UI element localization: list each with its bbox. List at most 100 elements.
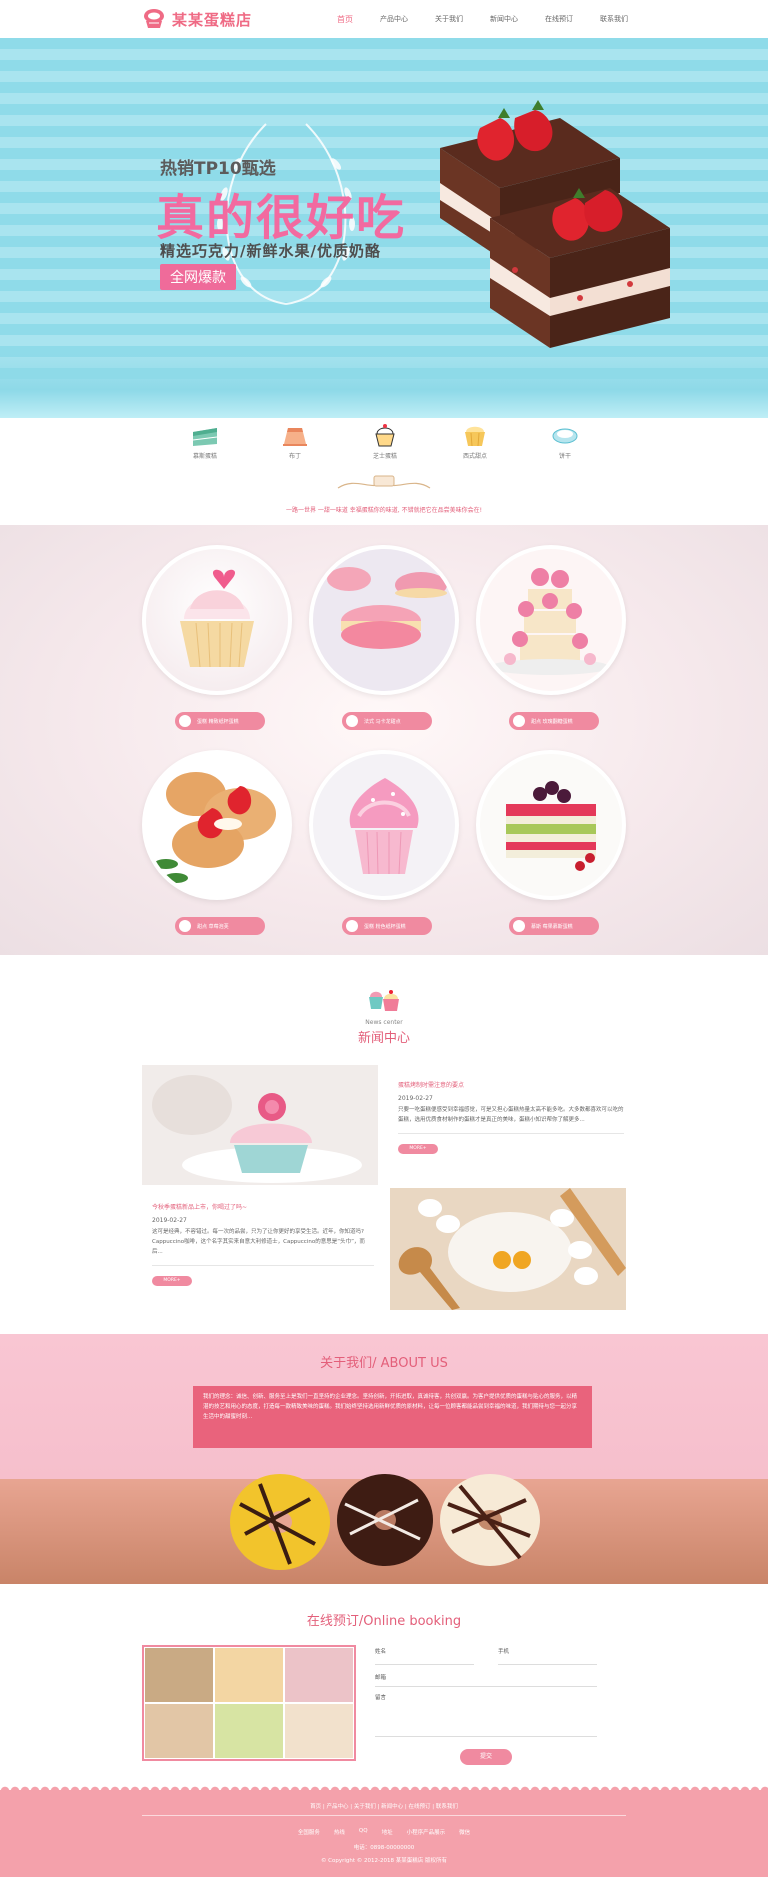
category-item[interactable]: 布丁 <box>265 422 325 464</box>
news-title-en: News center <box>365 1019 403 1026</box>
category-item[interactable]: 西式甜点 <box>445 422 505 464</box>
category-item[interactable]: 饼干 <box>535 422 595 464</box>
more-button[interactable]: MORE+ <box>152 1276 192 1286</box>
news-item-text: 这可是经典，不容错过。每一次的品尝，只为了让你更好的享受生活。近年，你知道吗? … <box>152 1229 365 1255</box>
cupcake-image <box>180 569 254 668</box>
shop-photo <box>144 1647 214 1703</box>
news-item[interactable]: 蛋糕烤制时需注意的要点 2019-02-27 只要一吃蛋糕便感受到幸福感觉，可是… <box>398 1080 624 1154</box>
news-image-rose-cupcake[interactable] <box>142 1065 378 1185</box>
macaron-image <box>327 567 447 649</box>
message-field[interactable]: 留言 <box>375 1687 597 1737</box>
logo[interactable]: 某某蛋糕店 <box>142 6 252 32</box>
cake-icon <box>179 920 191 932</box>
footer-copyright: © Copyright © 2012-2018 某某蛋糕店 版权所有 <box>320 1858 448 1864</box>
ornament-divider-icon <box>337 475 431 489</box>
product-card[interactable]: 蛋糕 精致纸杯蛋糕 <box>142 545 292 735</box>
news-item-title[interactable]: 蛋糕烤制时需注意的要点 <box>398 1080 624 1089</box>
news-item-date: 2019-02-27 <box>152 1217 187 1224</box>
product-card[interactable]: 甜点 玫瑰翻糖蛋糕 <box>476 545 626 735</box>
category-label: 慕斯蛋糕 <box>192 453 217 460</box>
banner-line-1: 热销TP10甄选 <box>160 159 276 179</box>
divider <box>398 1133 624 1134</box>
footer-tel: 电话：0898-00000000 <box>353 1845 415 1851</box>
pink-cupcake-image <box>349 778 419 875</box>
footer-divider <box>142 1815 626 1816</box>
product-label: 甜点 玫瑰翻糖蛋糕 <box>531 718 573 725</box>
email-field[interactable]: 邮箱 <box>375 1667 597 1687</box>
western-dessert-icon <box>465 426 485 447</box>
product-button[interactable]: 蛋糕 精致纸杯蛋糕 <box>175 712 265 730</box>
cake-logo-icon <box>144 9 164 28</box>
nav-contact[interactable]: 联系我们 <box>600 14 628 24</box>
pudding-icon <box>283 428 307 446</box>
name-field[interactable]: 姓名 <box>375 1645 474 1665</box>
news-item[interactable]: 今秋季蛋糕新品上市，你喝过了吗~ 2019-02-27 这可是经典，不容错过。每… <box>152 1202 374 1286</box>
site-header: 某某蛋糕店 首页 产品中心 关于我们 新闻中心 在线预订 联系我们 <box>0 0 768 38</box>
nav-products[interactable]: 产品中心 <box>380 14 408 24</box>
product-button[interactable]: 慕斯 莓果慕斯蛋糕 <box>509 917 599 935</box>
rose-cupcake-image <box>142 1065 378 1185</box>
bakery-photo <box>144 1703 214 1759</box>
news-image-baking[interactable] <box>390 1188 626 1310</box>
phone-field[interactable]: 手机 <box>498 1645 597 1665</box>
footer-contact-item: 地址 <box>381 1830 393 1836</box>
site-footer: 首页 | 产品中心 | 关于我们 | 新闻中心 | 在线预订 | 联系我们 全国… <box>0 1785 768 1877</box>
product-image-cupcake <box>142 545 292 695</box>
footer-contact-item: 热线 <box>333 1830 345 1836</box>
product-card[interactable]: 法式 马卡龙甜点 <box>309 545 459 735</box>
footer-contact-item: 微信 <box>459 1830 471 1836</box>
category-item[interactable]: 慕斯蛋糕 <box>175 422 235 464</box>
product-card[interactable]: 蛋糕 粉色纸杯蛋糕 <box>309 750 459 940</box>
category-label: 芝士蛋糕 <box>372 453 397 460</box>
product-image-pink-cupcake <box>309 750 459 900</box>
nav-home[interactable]: 首页 <box>337 14 353 25</box>
category-label: 西式甜点 <box>462 453 487 460</box>
berry-mousse-image <box>506 781 596 871</box>
cheesecake-icon <box>375 424 395 447</box>
submit-button[interactable]: 提交 <box>460 1749 512 1765</box>
product-button[interactable]: 甜点 玫瑰翻糖蛋糕 <box>509 712 599 730</box>
banner-sea <box>0 348 768 418</box>
product-button[interactable]: 法式 马卡龙甜点 <box>342 712 432 730</box>
cupcakes-icon <box>369 990 399 1011</box>
news-item-date: 2019-02-27 <box>398 1095 433 1102</box>
booking-form: 姓名 手机 邮箱 留言 提交 <box>375 1645 597 1765</box>
footer-contact: 全国服务 热线 QQ 地址 小程序产品展示 微信 <box>0 1828 768 1836</box>
product-label: 蛋糕 粉色纸杯蛋糕 <box>364 923 406 930</box>
dessert-photo <box>214 1703 284 1759</box>
more-button[interactable]: MORE+ <box>398 1144 438 1154</box>
news-title-cn: 新闻中心 <box>357 1031 410 1046</box>
hero-banner[interactable]: 热销TP10甄选 真的很好吃 精选巧克力/新鲜水果/优质奶酪 全网爆款 <box>0 38 768 418</box>
cake-icon <box>346 920 358 932</box>
news-header: News center 新闻中心 <box>0 985 768 1046</box>
mousse-cake-icon <box>192 428 218 446</box>
donut-photo <box>214 1647 284 1703</box>
product-card[interactable]: 甜点 草莓泡芙 <box>142 750 292 940</box>
logo-text: 某某蛋糕店 <box>172 10 253 29</box>
flour-eggs-image <box>390 1188 626 1310</box>
product-label: 甜点 草莓泡芙 <box>197 923 229 930</box>
nav-news[interactable]: 新闻中心 <box>490 14 518 24</box>
chocolate-cake-image <box>440 100 670 348</box>
nav-about[interactable]: 关于我们 <box>435 14 463 24</box>
footer-contact-item: 小程序产品展示 <box>406 1830 446 1836</box>
cake-icon <box>346 715 358 727</box>
product-button[interactable]: 甜点 草莓泡芙 <box>175 917 265 935</box>
category-item[interactable]: 芝士蛋糕 <box>355 422 415 464</box>
pastry-photo <box>284 1703 354 1759</box>
product-image-macaron <box>309 545 459 695</box>
product-label: 蛋糕 精致纸杯蛋糕 <box>197 718 239 725</box>
about-title: 关于我们/ ABOUT US <box>320 1356 448 1371</box>
product-card[interactable]: 慕斯 莓果慕斯蛋糕 <box>476 750 626 940</box>
news-item-title[interactable]: 今秋季蛋糕新品上市，你喝过了吗~ <box>152 1202 374 1211</box>
cake-icon <box>513 715 525 727</box>
product-grid: 蛋糕 精致纸杯蛋糕 法式 马卡龙甜点 甜点 玫瑰翻糖蛋糕 甜点 草莓泡芙 蛋糕 … <box>142 545 626 940</box>
product-button[interactable]: 蛋糕 粉色纸杯蛋糕 <box>342 917 432 935</box>
donuts-image <box>230 1474 540 1570</box>
nav-booking[interactable]: 在线预订 <box>545 14 573 24</box>
about-section: 关于我们/ ABOUT US 我们的理念：诚信、创新、服务至上是我们一直坚持的企… <box>0 1334 768 1584</box>
footer-links[interactable]: 首页 | 产品中心 | 关于我们 | 新闻中心 | 在线预订 | 联系我们 <box>0 1802 768 1810</box>
cake-icon <box>179 715 191 727</box>
tagline: 一路一世界 一甜一味道 幸福蛋糕你的味道, 不错就把它在品尝美味你会在! <box>285 507 483 514</box>
product-label: 慕斯 莓果慕斯蛋糕 <box>531 923 573 930</box>
